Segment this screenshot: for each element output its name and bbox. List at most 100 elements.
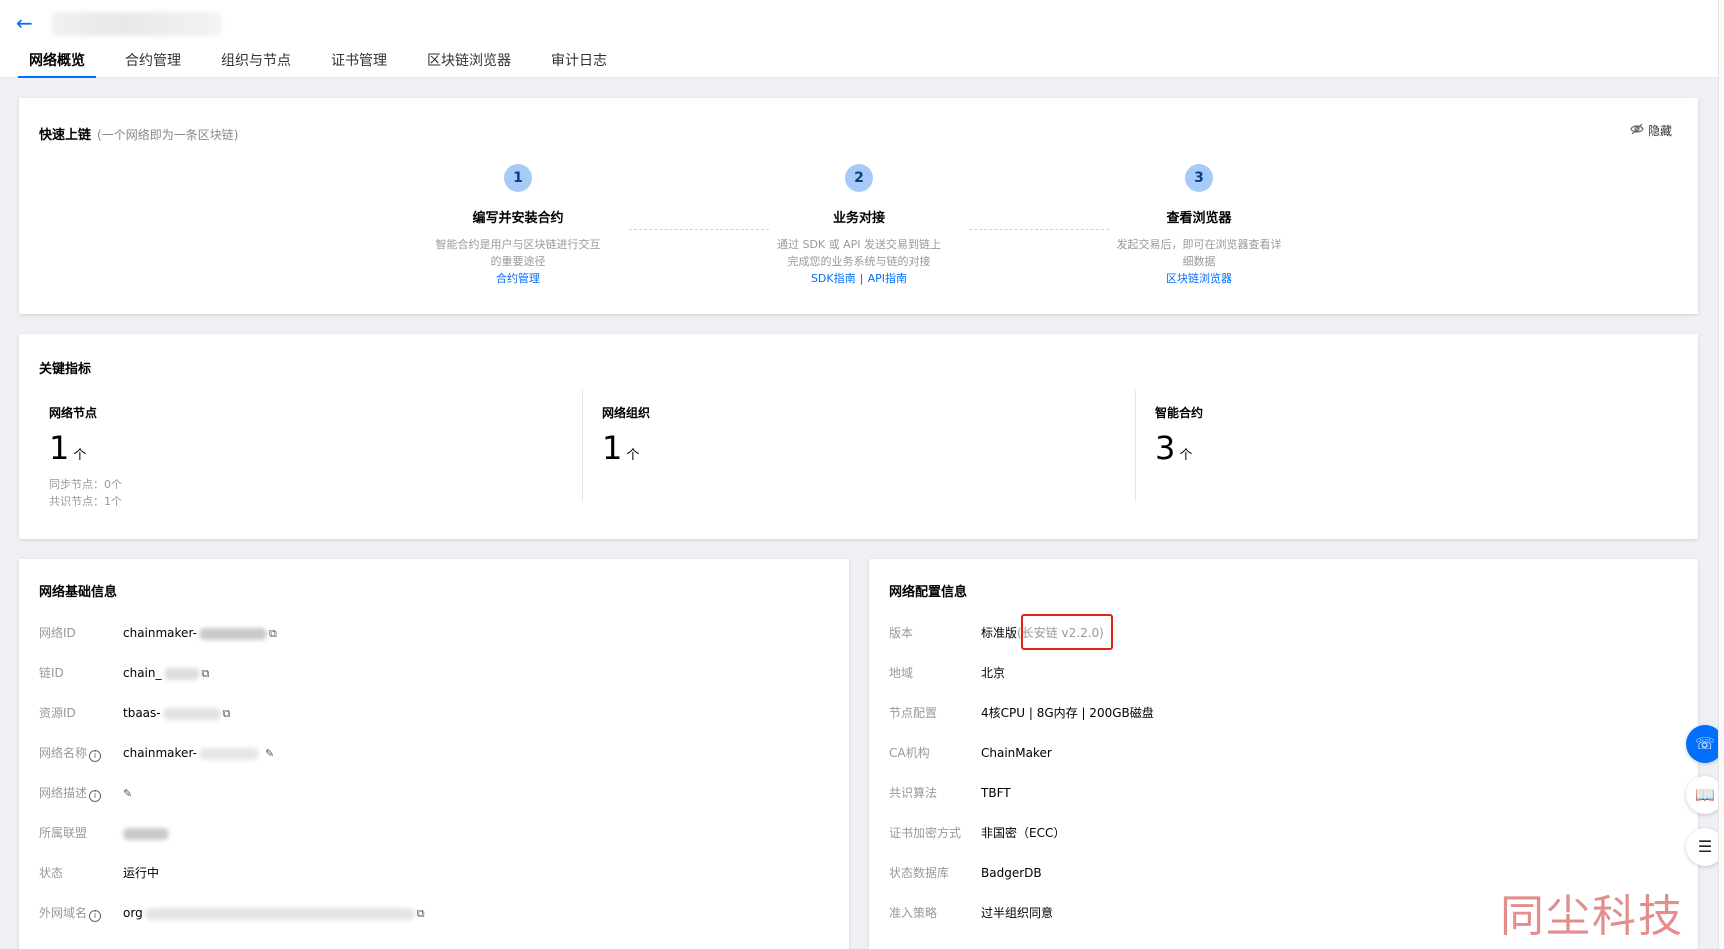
tab-blockchain-browser[interactable]: 区块链浏览器 <box>416 50 522 78</box>
copy-icon[interactable]: ⧉ <box>223 704 231 724</box>
row-chain-id: 链ID chain_ ⧉ <box>39 663 209 683</box>
row-region: 地域 北京 <box>889 663 1005 683</box>
quick-start-title: 快速上链 (一个网络即为一条区块链) <box>39 124 238 143</box>
step-2-desc: 通过 SDK 或 API 发送交易到链上 完成您的业务系统与链的对接 <box>764 236 954 270</box>
metric-divider-2 <box>1135 390 1136 502</box>
metric-label: 网络节点 <box>49 406 98 420</box>
state-db-value: BadgerDB <box>981 866 1042 880</box>
link-separator: | <box>859 272 864 285</box>
tab-certificates[interactable]: 证书管理 <box>320 50 398 78</box>
row-network-id: 网络ID chainmaker- ⧉ <box>39 623 277 643</box>
metric-value: 3个 <box>1155 431 1203 473</box>
row-label: 证书加密方式 <box>889 826 962 840</box>
row-label: 所属联盟 <box>39 826 88 840</box>
chain-id-value: chain_ <box>123 666 162 680</box>
step-3-desc-line-1: 发起交易后，即可在浏览器查看详 <box>1116 238 1282 251</box>
key-metrics-title: 关键指标 <box>39 362 92 377</box>
row-network-name: 网络名称 i chainmaker- ✎ <box>39 743 274 763</box>
step-1-title: 编写并安装合约 <box>472 211 564 226</box>
step-3: 3 查看浏览器 发起交易后，即可在浏览器查看详 细数据 区块链浏览器 <box>1104 164 1294 287</box>
metric-unit: 个 <box>73 448 87 463</box>
quick-start-card: 快速上链 (一个网络即为一条区块链) 隐藏 1 编写并安装合约 智能合约是用户与区… <box>19 98 1698 314</box>
row-label: 网络描述 i <box>39 783 123 803</box>
step-1-desc-line-1: 智能合约是用户与区块链进行交互 <box>435 238 601 251</box>
tab-contract-management[interactable]: 合约管理 <box>114 50 192 78</box>
redacted-text <box>162 707 221 720</box>
row-external-domain: 外网域名 i org ⧉ <box>39 903 425 923</box>
row-label: 地域 <box>889 666 914 680</box>
row-label: 外网域名 i <box>39 903 123 923</box>
info-icon[interactable]: i <box>89 750 102 762</box>
region-value: 北京 <box>981 666 1006 680</box>
step-1-desc-line-2: 的重要途径 <box>490 255 546 268</box>
headset-icon: ☏ <box>1694 734 1715 753</box>
step-2-links: SDK指南 | API指南 <box>764 270 954 287</box>
step-connector-1 <box>629 229 769 230</box>
api-guide-link[interactable]: API指南 <box>868 272 907 285</box>
sdk-guide-link[interactable]: SDK指南 <box>811 272 856 285</box>
copy-icon[interactable]: ⧉ <box>202 664 210 684</box>
hide-button[interactable]: 隐藏 <box>1630 122 1672 139</box>
network-name-value: chainmaker- <box>123 746 197 760</box>
back-arrow-icon[interactable]: ← <box>16 12 38 34</box>
row-label: 网络ID <box>39 626 76 640</box>
consensus-value: TBFT <box>981 786 1011 800</box>
hide-label: 隐藏 <box>1647 124 1672 138</box>
row-label: 准入策略 <box>889 906 938 920</box>
config-info-title: 网络配置信息 <box>889 585 968 600</box>
ca-value: ChainMaker <box>981 746 1052 760</box>
metric-network-orgs: 网络组织 1个 <box>602 404 650 473</box>
pencil-edit-icon[interactable]: ✎ <box>265 744 274 764</box>
row-node-config: 节点配置 4核CPU | 8G内存 | 200GB磁盘 <box>889 703 1154 723</box>
step-3-desc-line-2: 细数据 <box>1182 255 1216 268</box>
status-value: 运行中 <box>123 866 160 880</box>
row-label: 共识算法 <box>889 786 938 800</box>
network-id-value: chainmaker- <box>123 626 197 640</box>
copy-icon[interactable]: ⧉ <box>417 904 425 924</box>
external-domain-value: org <box>123 906 143 920</box>
metric-label: 智能合约 <box>1155 406 1204 420</box>
metric-number: 1 <box>49 429 70 467</box>
row-label: 资源ID <box>39 706 76 720</box>
contract-management-link[interactable]: 合约管理 <box>423 270 613 287</box>
row-network-desc: 网络描述 i ✎ <box>39 783 132 803</box>
row-label: 网络名称 i <box>39 743 123 763</box>
page-scrollbar[interactable] <box>1718 0 1724 949</box>
node-config-value: 4核CPU | 8G内存 | 200GB磁盘 <box>981 706 1154 720</box>
copy-icon[interactable]: ⧉ <box>269 624 277 644</box>
row-label: 链ID <box>39 666 64 680</box>
step-2: 2 业务对接 通过 SDK 或 API 发送交易到链上 完成您的业务系统与链的对… <box>764 164 954 287</box>
row-label: 节点配置 <box>889 706 938 720</box>
info-icon[interactable]: i <box>89 790 102 802</box>
pencil-edit-icon[interactable]: ✎ <box>123 784 132 804</box>
tab-audit-log[interactable]: 审计日志 <box>540 50 618 78</box>
step-1: 1 编写并安装合约 智能合约是用户与区块链进行交互 的重要途径 合约管理 <box>423 164 613 287</box>
step-1-desc: 智能合约是用户与区块链进行交互 的重要途径 <box>423 236 613 270</box>
step-2-desc-line-1: 通过 SDK 或 API 发送交易到链上 <box>776 238 942 251</box>
step-1-number: 1 <box>504 164 532 192</box>
row-resource-id: 资源ID tbaas- ⧉ <box>39 703 230 723</box>
external-domain-label: 外网域名 <box>39 906 88 920</box>
metric-unit: 个 <box>626 448 640 463</box>
list-icon: ☰ <box>1697 837 1713 856</box>
row-cert-encryption: 证书加密方式 非国密（ECC） <box>889 823 1065 843</box>
metric-network-nodes: 网络节点 1个 同步节点：0个 共识节点：1个 <box>49 404 122 510</box>
quick-start-subtitle: (一个网络即为一条区块链) <box>97 128 239 142</box>
network-desc-label: 网络描述 <box>39 786 88 800</box>
consensus-nodes-count: 共识节点：1个 <box>49 495 122 508</box>
metric-number: 3 <box>1155 429 1176 467</box>
cert-encryption-value: 非国密（ECC） <box>981 826 1066 840</box>
metric-number: 1 <box>602 429 623 467</box>
sync-nodes-count: 同步节点：0个 <box>49 478 122 491</box>
tab-orgs-nodes[interactable]: 组织与节点 <box>210 50 302 78</box>
step-3-desc: 发起交易后，即可在浏览器查看详 细数据 <box>1104 236 1294 270</box>
tab-bar: 网络概览 合约管理 组织与节点 证书管理 区块链浏览器 审计日志 <box>18 50 636 78</box>
row-label: CA机构 <box>889 746 930 760</box>
redacted-text <box>163 667 200 680</box>
watermark-text: 同尘科技 <box>1500 891 1684 942</box>
top-bar: ← 网络概览 合约管理 组织与节点 证书管理 区块链浏览器 审计日志 <box>0 0 1724 78</box>
tab-network-overview[interactable]: 网络概览 <box>18 50 96 78</box>
info-icon[interactable]: i <box>89 910 102 922</box>
blockchain-browser-link[interactable]: 区块链浏览器 <box>1104 270 1294 287</box>
row-label: 版本 <box>889 626 914 640</box>
